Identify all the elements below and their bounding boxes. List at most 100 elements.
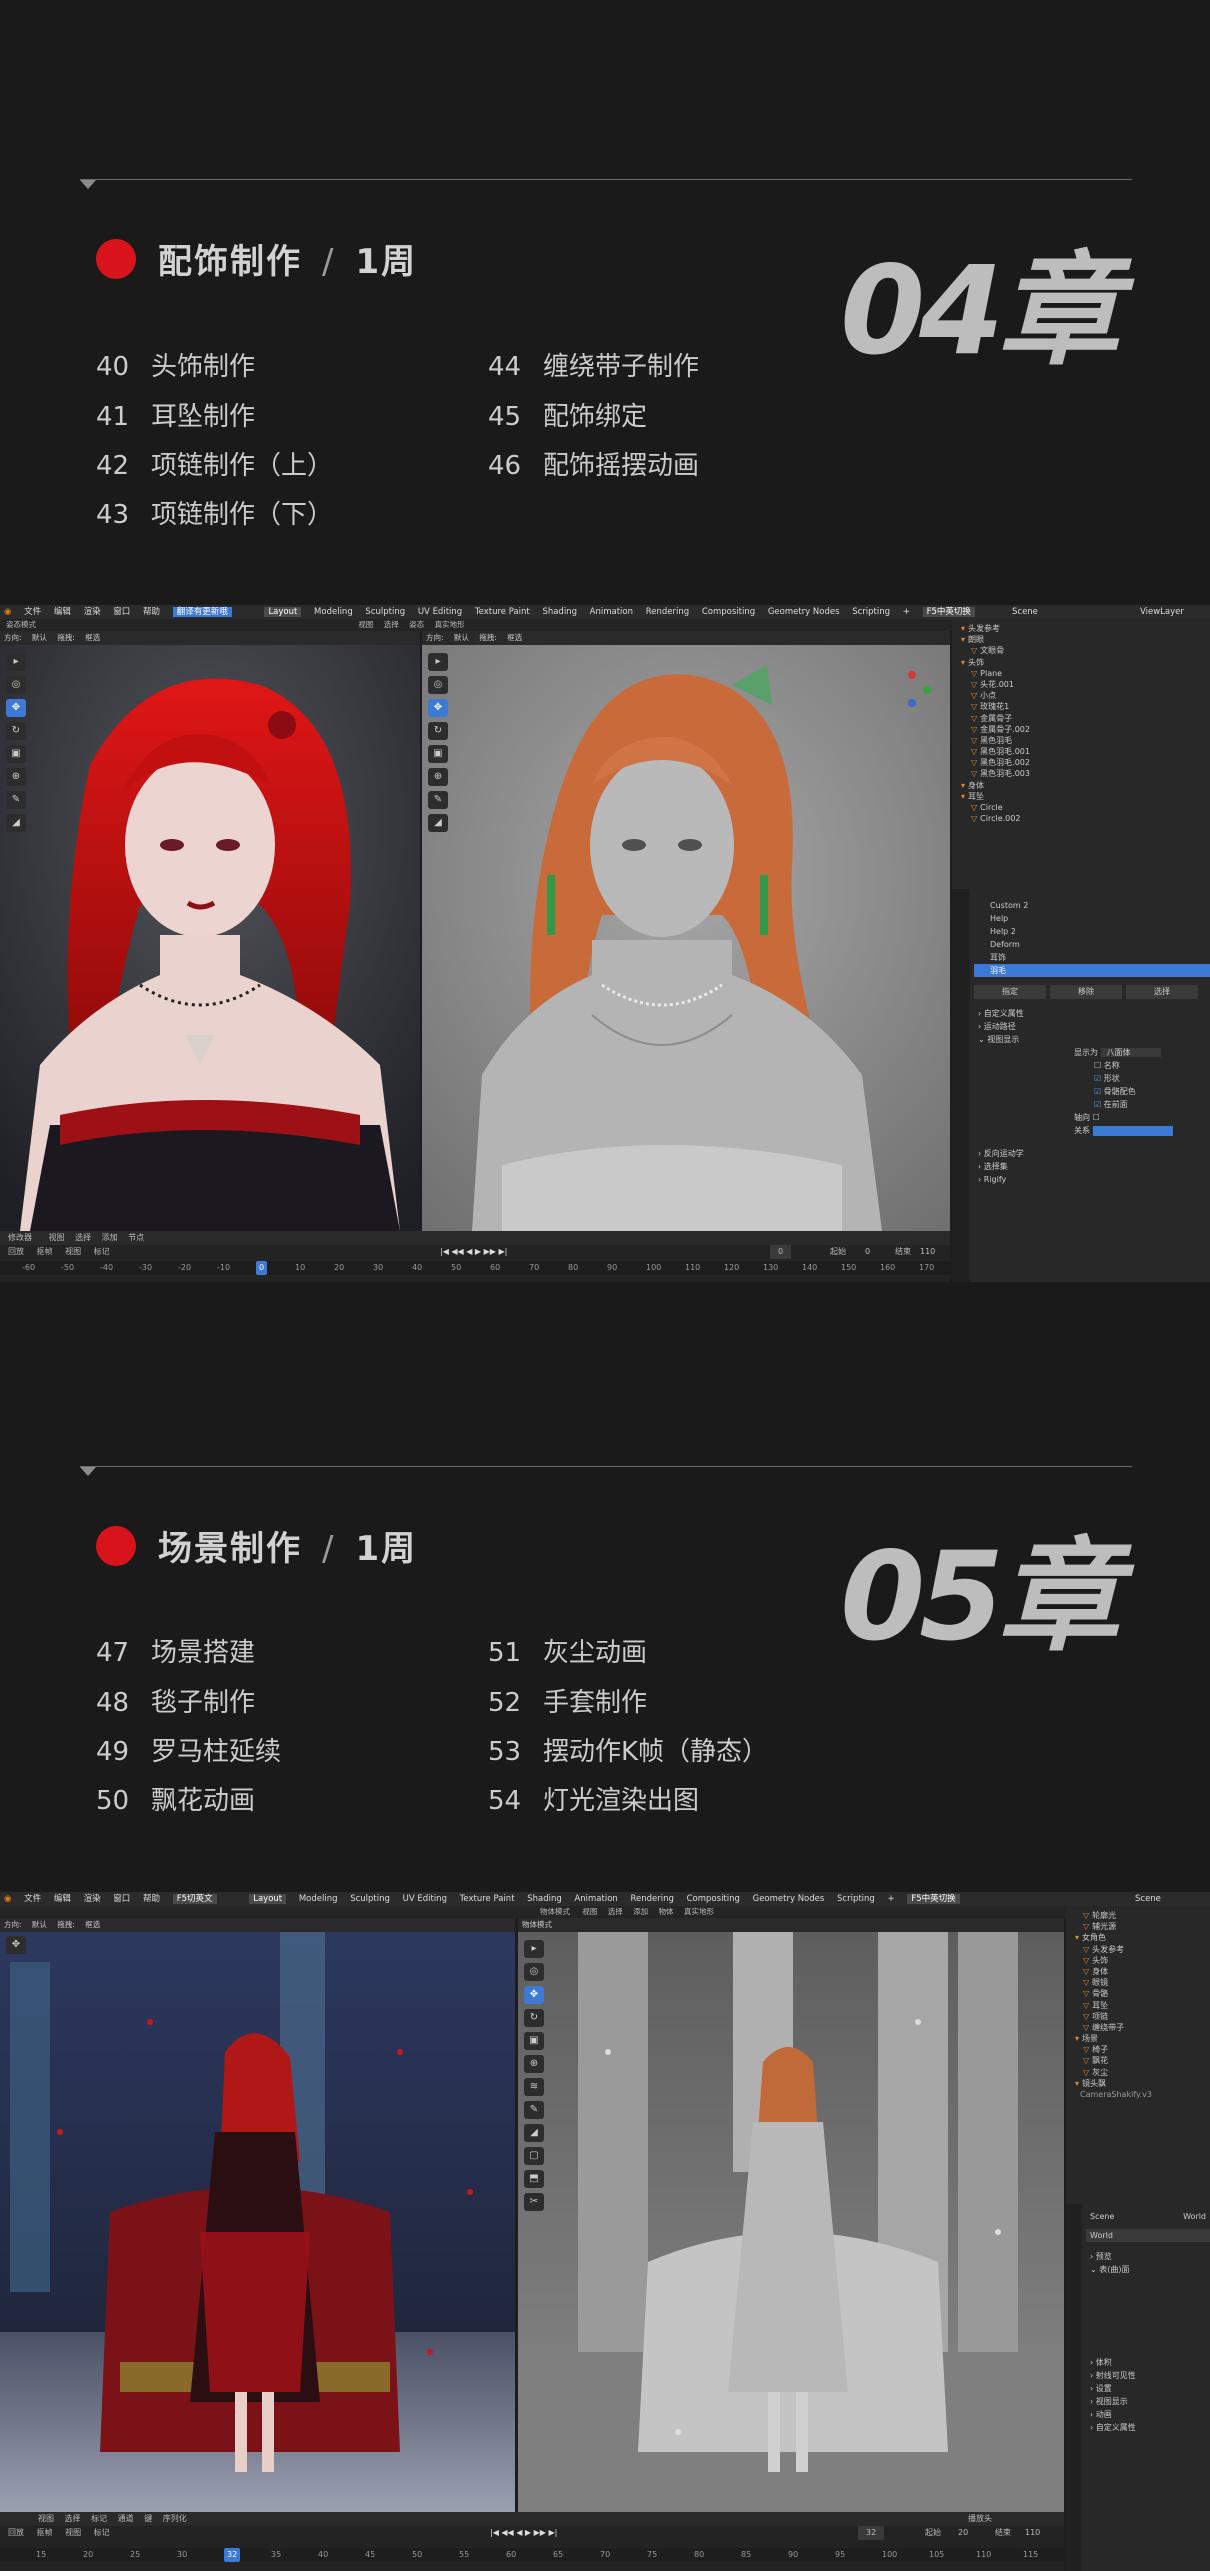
outliner-item[interactable]: ▽ 椅子 bbox=[1066, 2044, 1210, 2055]
scene-selector[interactable]: Scene World bbox=[1086, 2210, 1210, 2223]
drag-select[interactable]: 框选 bbox=[85, 1920, 100, 1929]
pose-menu[interactable]: 姿态 bbox=[409, 620, 424, 629]
section-ik[interactable]: › 反向运动学 bbox=[974, 1147, 1210, 1160]
terrain-menu[interactable]: 真实地形 bbox=[684, 1907, 714, 1916]
viewlayer-field[interactable]: ViewLayer bbox=[1140, 605, 1184, 619]
outliner-item[interactable]: ▾ 场景 bbox=[1066, 2033, 1210, 2044]
select-menu[interactable]: 选择 bbox=[75, 1233, 91, 1242]
select-menu[interactable]: 选择 bbox=[384, 620, 399, 629]
outliner-item[interactable]: ▽ Circle.002 bbox=[952, 813, 1210, 824]
select-menu[interactable]: 选择 bbox=[608, 1907, 623, 1916]
bone-group-item[interactable]: Help 2 bbox=[974, 925, 1210, 938]
current-frame-field[interactable]: 32 bbox=[858, 2526, 885, 2540]
outliner-panel[interactable]: ▽ 轮廓光 ▽ 辅光源 ▾ 女角色 ▽ 头发参考 ▽ 头饰 ▽ 身体 ▽ 眼镜 ▽ 骨骼 ▽ 耳坠… bbox=[1066, 1906, 1210, 2206]
menu-help[interactable]: 帮助 bbox=[143, 1894, 160, 1904]
outliner-item[interactable]: ▽ 文眼骨 bbox=[952, 645, 1210, 656]
tab-rendering[interactable]: Rendering bbox=[646, 607, 689, 617]
cursor-tool-icon[interactable]: ◎ bbox=[6, 676, 26, 694]
outliner-item[interactable]: ▽ 头饰 bbox=[1066, 1955, 1210, 1966]
bone-group-item[interactable]: 羽毛 bbox=[974, 964, 1210, 977]
menu-render[interactable]: 渲染 bbox=[84, 607, 101, 617]
keying-menu[interactable]: 抠帧 bbox=[37, 1247, 53, 1256]
properties-panel[interactable]: Custom 2 Help Help 2 Deform 耳饰 羽毛 指定 移除 选择… bbox=[952, 889, 1210, 1282]
view-menu[interactable]: 视图 bbox=[65, 2528, 81, 2537]
outliner-item[interactable]: ▽ 灰尘 bbox=[1066, 2067, 1210, 2078]
move-tool-icon[interactable]: ✥ bbox=[524, 1986, 544, 2004]
outliner-item[interactable]: ▽ 黑色羽毛.002 bbox=[952, 757, 1210, 768]
keying-menu[interactable]: 抠帧 bbox=[37, 2528, 53, 2537]
terrain-menu[interactable]: 真实地形 bbox=[435, 620, 465, 629]
section-viewport-display[interactable]: › 视图显示 bbox=[1086, 2395, 1210, 2408]
tab-layout[interactable]: Layout bbox=[249, 1894, 287, 1904]
tab-geometry-nodes[interactable]: Geometry Nodes bbox=[753, 1894, 825, 1904]
remove-button[interactable]: 移除 bbox=[1050, 985, 1122, 999]
move-tool-icon[interactable]: ✥ bbox=[428, 699, 448, 717]
outliner-item[interactable]: ▽ 轮廓光 bbox=[1066, 1910, 1210, 1921]
show-shape-checkbox[interactable]: ☑ 形状 bbox=[974, 1072, 1210, 1085]
section-motion-paths[interactable]: › 运动路径 bbox=[974, 1020, 1210, 1033]
show-name-checkbox[interactable]: ☐ 名称 bbox=[974, 1059, 1210, 1072]
outliner-item[interactable]: CameraShakify.v3 bbox=[1066, 2089, 1210, 2100]
orientation-select[interactable]: 默认 bbox=[32, 1920, 47, 1929]
add-workspace-icon[interactable]: + bbox=[903, 607, 910, 617]
outliner-item[interactable]: ▽ 项链 bbox=[1066, 2011, 1210, 2022]
tab-texture-paint[interactable]: Texture Paint bbox=[460, 1894, 515, 1904]
in-front-checkbox[interactable]: ☑ 在前面 bbox=[974, 1098, 1210, 1111]
properties-tabs[interactable] bbox=[1066, 2204, 1082, 2571]
render-viewport[interactable]: 方向: 默认 拖拽: 框选 ✥ bbox=[0, 1918, 515, 2512]
annotate-tool-icon[interactable]: ✎ bbox=[6, 791, 26, 809]
view-menu[interactable]: 视图 bbox=[65, 1247, 81, 1256]
move-view-icon[interactable]: ✥ bbox=[6, 1936, 26, 1954]
outliner-item[interactable]: ▽ 玫瑰花1 bbox=[952, 701, 1210, 712]
timeline-area[interactable]: 视图 选择 标记 通道 键 序列化 播放头 回放 抠帧 视图 标记 |◀ ◀◀ … bbox=[0, 2512, 1064, 2571]
solid-viewport[interactable]: 方向: 默认 拖拽: 框选 ▸ ◎ ✥ ↻ ▣ ⊕ ✎ ◢ bbox=[422, 631, 950, 1231]
view-menu[interactable]: 视图 bbox=[358, 620, 373, 629]
tab-animation[interactable]: Animation bbox=[590, 607, 633, 617]
properties-panel[interactable]: Scene World World › 预览 ⌄ 表(曲)面 › 体积 › 射线… bbox=[1066, 2204, 1210, 2571]
add-menu[interactable]: 添加 bbox=[102, 1233, 118, 1242]
translate-update-button[interactable]: 翻译有更新哦 bbox=[172, 607, 232, 617]
frame-ruler[interactable]: 15 20 25 30 32 35 40 45 50 55 60 65 70 75 80 85 90 95 100 1… bbox=[0, 2548, 1064, 2562]
orientation-select[interactable]: 默认 bbox=[32, 633, 47, 642]
mode-select[interactable]: 姿态模式 bbox=[6, 620, 36, 629]
outliner-item[interactable]: ▽ 缠绕带子 bbox=[1066, 2022, 1210, 2033]
bone-group-item[interactable]: Deform bbox=[974, 938, 1210, 951]
assign-button[interactable]: 指定 bbox=[974, 985, 1046, 999]
scene-field[interactable]: Scene bbox=[1135, 1892, 1161, 1906]
tab-shading[interactable]: Shading bbox=[542, 607, 577, 617]
section-ray-visibility[interactable]: › 射线可见性 bbox=[1086, 2369, 1210, 2382]
transform-tool-icon[interactable]: ⊕ bbox=[6, 768, 26, 786]
outliner-item[interactable]: ▾ 头发参考 bbox=[952, 623, 1210, 634]
drag-select[interactable]: 框选 bbox=[507, 633, 522, 642]
tab-sculpting[interactable]: Sculpting bbox=[350, 1894, 390, 1904]
render-viewport[interactable]: 方向: 默认 拖拽: 框选 ▸ ◎ ✥ ↻ ▣ ⊕ ✎ ◢ bbox=[0, 631, 420, 1231]
tab-scripting[interactable]: Scripting bbox=[852, 607, 890, 617]
solid-viewport[interactable]: 物体模式 ▸ ◎ ✥ ↻ ▣ ⊕ ≋ ✎ ◢ ▢ ⬒ ✂ bbox=[518, 1918, 1064, 2512]
extrude-tool-icon[interactable]: ⬒ bbox=[524, 2170, 544, 2188]
addon-english-button[interactable]: F5切英文 bbox=[172, 1894, 217, 1904]
measure-tool-icon[interactable]: ◢ bbox=[524, 2124, 544, 2142]
start-frame-field[interactable]: 20 bbox=[958, 2526, 968, 2540]
scale-tool-icon[interactable]: ▣ bbox=[524, 2032, 544, 2050]
scale-tool-icon[interactable]: ▣ bbox=[428, 745, 448, 763]
outliner-item[interactable]: ▽ 黑色羽毛 bbox=[952, 735, 1210, 746]
outliner-item[interactable]: ▽ 身体 bbox=[1066, 1966, 1210, 1977]
display-as-row[interactable]: 显示为 八面体 bbox=[974, 1046, 1210, 1059]
tab-layout[interactable]: Layout bbox=[264, 607, 302, 617]
hair-tool-icon[interactable]: ≋ bbox=[524, 2078, 544, 2096]
playback-menu[interactable]: 回放 bbox=[8, 2528, 24, 2537]
orientation-select[interactable]: 默认 bbox=[454, 633, 469, 642]
object-menu[interactable]: 物体 bbox=[659, 1907, 674, 1916]
menu-window[interactable]: 窗口 bbox=[113, 607, 130, 617]
add-workspace-icon[interactable]: + bbox=[888, 1894, 895, 1904]
playback-menu[interactable]: 回放 bbox=[8, 1247, 24, 1256]
timeline-area[interactable]: 修改器 视图 选择 添加 节点 回放 抠帧 视图 标记 |◀ ◀◀ ◀ ▶ ▶▶… bbox=[0, 1231, 950, 1282]
outliner-item[interactable]: ▽ 金属骨子 bbox=[952, 713, 1210, 724]
cursor-tool-icon[interactable]: ◎ bbox=[428, 676, 448, 694]
section-viewport-display[interactable]: ⌄ 视图显示 bbox=[974, 1033, 1210, 1046]
outliner-item[interactable]: ▾ 头饰 bbox=[952, 657, 1210, 668]
playback-controls-icon[interactable]: |◀ ◀◀ ◀ ▶ ▶▶ ▶| bbox=[440, 1245, 507, 1259]
properties-tabs[interactable] bbox=[952, 889, 970, 1282]
end-frame-field[interactable]: 110 bbox=[920, 1245, 935, 1259]
select-tool-icon[interactable]: ▸ bbox=[6, 653, 26, 671]
